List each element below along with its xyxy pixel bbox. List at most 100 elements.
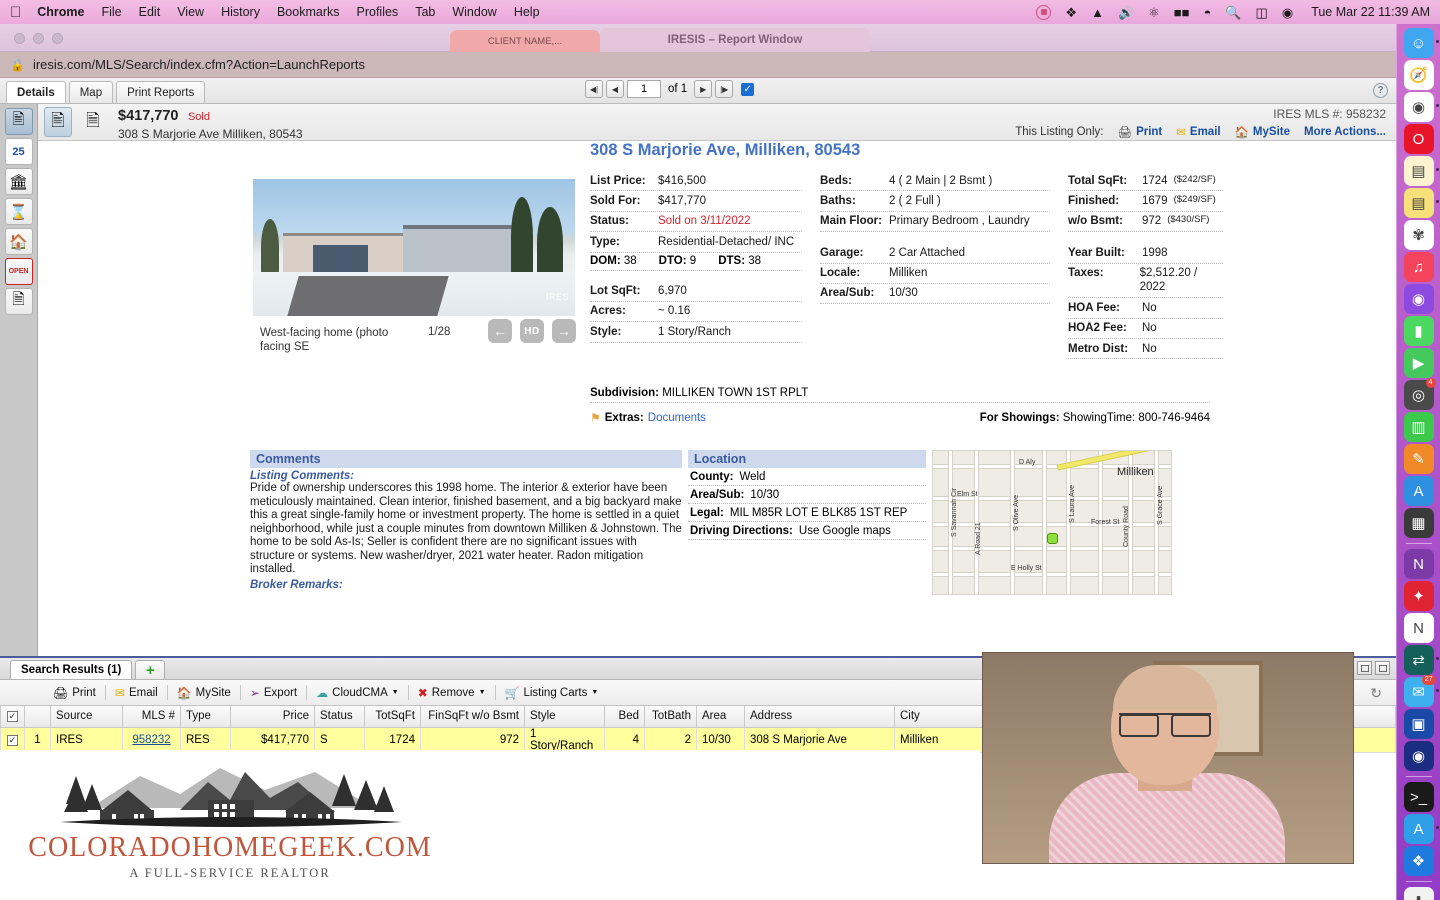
apple-icon[interactable]: : [10, 5, 21, 20]
more-actions[interactable]: More Actions...: [1304, 126, 1386, 138]
prev-page-icon[interactable]: ◀: [606, 80, 624, 98]
results-listing-carts-button[interactable]: 🛒 Listing Carts ▼: [496, 686, 608, 700]
app-store-icon[interactable]: A: [1403, 814, 1439, 844]
column-status[interactable]: Status: [314, 706, 365, 728]
pager-checkbox[interactable]: ✓: [741, 82, 755, 96]
minimize-window-button[interactable]: [33, 33, 44, 44]
column-price[interactable]: Price: [230, 706, 315, 728]
property-pin[interactable]: [1047, 533, 1058, 544]
tab-search-results[interactable]: Search Results (1): [10, 660, 133, 679]
safari-tech-icon[interactable]: ◎ 4: [1403, 378, 1436, 410]
email-action[interactable]: ✉ Email: [1176, 125, 1220, 139]
column-address[interactable]: Address: [744, 706, 895, 728]
highway-25-icon[interactable]: 25: [4, 138, 33, 165]
menu-item-profiles[interactable]: Profiles: [357, 5, 399, 19]
hourglass-icon[interactable]: ⌛: [4, 198, 33, 225]
help-icon[interactable]: ?: [1373, 83, 1388, 98]
checkbox-icon[interactable]: ✓: [7, 734, 18, 746]
keynote-icon[interactable]: A: [1403, 476, 1434, 506]
house-pen-icon[interactable]: 🏠: [4, 228, 33, 255]
teamviewer-icon[interactable]: ⇄: [1403, 645, 1439, 675]
column-area[interactable]: Area: [696, 706, 745, 728]
column-totbath[interactable]: TotBath: [644, 706, 697, 728]
volume-icon[interactable]: 🔊: [1118, 6, 1134, 19]
url-text[interactable]: iresis.com/MLS/Search/index.cfm?Action=L…: [33, 57, 365, 72]
dropbox-icon[interactable]: ❖: [1403, 846, 1434, 876]
results-email-button[interactable]: ✉ Email: [106, 686, 167, 700]
menu-item-chrome[interactable]: Chrome: [37, 5, 84, 19]
stickies-icon[interactable]: ▤: [1403, 188, 1439, 218]
nordvpn-icon[interactable]: N: [1403, 613, 1434, 643]
zoom-icon[interactable]: ▣: [1403, 709, 1434, 739]
browser-tab-client-name[interactable]: CLIENT NAME,...: [450, 30, 600, 52]
webex-icon[interactable]: ◉: [1403, 741, 1434, 771]
mls-link[interactable]: 958232: [132, 734, 170, 746]
menu-item-file[interactable]: File: [101, 5, 121, 19]
select-all-header[interactable]: ✓: [0, 706, 25, 728]
search-icon[interactable]: 🔍: [1225, 6, 1241, 19]
battery-icon[interactable]: ■■: [1174, 6, 1190, 19]
documents-icon[interactable]: 🗎: [4, 288, 33, 315]
window-traffic-lights[interactable]: [14, 33, 63, 44]
last-page-icon[interactable]: |▶: [715, 80, 734, 98]
onenote-icon[interactable]: N: [1403, 549, 1434, 579]
notes-icon[interactable]: ▤: [1403, 156, 1439, 186]
mysite-label[interactable]: MySite: [1253, 126, 1290, 138]
next-page-icon[interactable]: ▶: [694, 80, 713, 98]
results-remove-button[interactable]: ✖ Remove ▼: [409, 686, 495, 700]
mail-icon[interactable]: ✉ 27: [1403, 675, 1439, 707]
finder-icon[interactable]: ☺: [1403, 28, 1439, 58]
webcam-overlay[interactable]: [982, 652, 1354, 864]
podcasts-icon[interactable]: ◉: [1403, 284, 1434, 314]
arrow-right-icon[interactable]: →: [552, 319, 576, 343]
column-bed[interactable]: Bed: [604, 706, 645, 728]
arrow-left-icon[interactable]: ←: [488, 319, 512, 343]
drive-icon[interactable]: ▲: [1091, 6, 1104, 19]
music-icon[interactable]: ♫: [1403, 252, 1434, 282]
menu-item-history[interactable]: History: [221, 5, 260, 19]
documents-link[interactable]: Documents: [648, 412, 706, 424]
pages-icon[interactable]: ✎: [1403, 444, 1434, 474]
chrome-icon[interactable]: ◉: [1403, 92, 1439, 122]
first-page-icon[interactable]: ◀|: [585, 80, 603, 98]
plus-icon[interactable]: +: [135, 660, 166, 679]
hd-toggle-button[interactable]: HD: [520, 319, 544, 343]
report-card-icon[interactable]: 🗎: [79, 107, 107, 137]
report-view-icon[interactable]: 🖹: [4, 108, 33, 135]
column-totsqft[interactable]: TotSqFt: [364, 706, 421, 728]
results-export-button[interactable]: ➢ Export: [241, 686, 306, 700]
menu-item-help[interactable]: Help: [514, 5, 540, 19]
quicktime-icon[interactable]: ▶: [1403, 348, 1434, 378]
row-checkbox-cell[interactable]: ✓: [0, 726, 25, 753]
redmine-icon[interactable]: ✦: [1403, 581, 1434, 611]
photos-icon[interactable]: ✾: [1403, 220, 1434, 250]
column-mls[interactable]: MLS #: [122, 706, 181, 728]
browser-address-bar[interactable]: 🔒 iresis.com/MLS/Search/index.cfm?Action…: [0, 52, 1396, 78]
report-view-icon[interactable]: 🖹: [44, 107, 72, 137]
browser-tab-report-window[interactable]: IRESIS – Report Window: [600, 28, 870, 52]
close-window-button[interactable]: [14, 33, 25, 44]
results-print-button[interactable]: 🖨 Print: [44, 686, 105, 700]
downloads-icon[interactable]: ⬇: [1403, 887, 1434, 900]
maximize-window-button[interactable]: [52, 33, 63, 44]
tab-map[interactable]: Map: [68, 81, 114, 103]
calculator-icon[interactable]: ▦: [1403, 508, 1434, 538]
minimize-icon[interactable]: [1357, 661, 1372, 675]
opera-icon[interactable]: O: [1403, 124, 1434, 154]
page-number-input[interactable]: 1: [627, 80, 661, 98]
location-map[interactable]: D Aly Elm St S Olive Ave S Laura Ave For…: [932, 450, 1172, 595]
column-source[interactable]: Source: [50, 706, 123, 728]
cell-mls[interactable]: 958232: [122, 726, 181, 753]
open-house-icon[interactable]: OPEN: [4, 258, 33, 285]
checkbox-icon[interactable]: ✓: [7, 711, 18, 723]
column-style[interactable]: Style: [524, 706, 605, 728]
wifi-icon[interactable]: ◓: [1204, 6, 1212, 19]
siri-icon[interactable]: ◉: [1282, 6, 1293, 19]
refresh-icon[interactable]: ↻: [1370, 685, 1382, 702]
menu-item-view[interactable]: View: [177, 5, 204, 19]
bank-icon[interactable]: 🏛: [4, 168, 33, 195]
print-action[interactable]: 🖨 Print: [1117, 125, 1162, 139]
results-mysite-button[interactable]: 🏠 MySite: [168, 686, 240, 700]
email-label[interactable]: Email: [1190, 126, 1221, 138]
numbers-icon[interactable]: ▥: [1403, 412, 1434, 442]
